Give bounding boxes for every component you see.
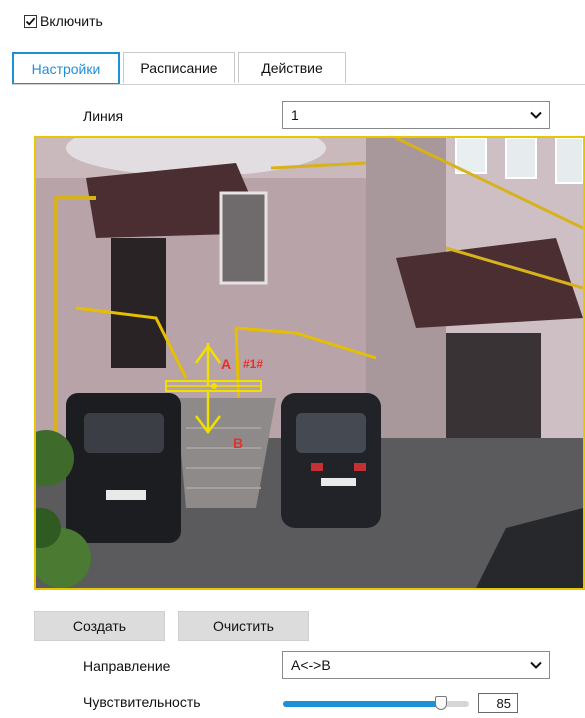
direction-select-value: A<->B (291, 657, 331, 673)
enable-row[interactable]: Включить (24, 12, 103, 30)
video-preview[interactable]: A B #1# (34, 136, 585, 590)
clear-button[interactable]: Очистить (178, 611, 309, 641)
sensitivity-slider[interactable] (283, 696, 469, 710)
sensitivity-slider-thumb[interactable] (435, 696, 447, 710)
tab-bar: Настройки Расписание Действие (12, 52, 349, 85)
line-id-label: #1# (243, 357, 263, 371)
tab-settings[interactable]: Настройки (12, 52, 120, 85)
direction-select[interactable]: A<->B (282, 651, 550, 679)
direction-label: Направление (83, 658, 171, 674)
chevron-down-icon (530, 111, 542, 119)
point-a-label: A (221, 356, 231, 372)
sensitivity-slider-fill (283, 701, 441, 707)
sensitivity-label: Чувствительность (83, 694, 201, 710)
enable-checkbox[interactable] (24, 14, 37, 28)
sensitivity-value-input[interactable]: 85 (478, 693, 518, 713)
tab-action[interactable]: Действие (238, 52, 346, 83)
line-label: Линия (83, 108, 124, 124)
line-select[interactable]: 1 (282, 101, 550, 129)
chevron-down-icon (530, 661, 542, 669)
camera-scene: A B #1# (36, 138, 583, 588)
line-select-value: 1 (291, 107, 299, 123)
point-b-label: B (233, 435, 243, 451)
check-icon (25, 17, 36, 26)
tab-divider (12, 84, 585, 85)
create-button[interactable]: Создать (34, 611, 165, 641)
tab-schedule[interactable]: Расписание (123, 52, 235, 83)
enable-label: Включить (40, 13, 103, 29)
